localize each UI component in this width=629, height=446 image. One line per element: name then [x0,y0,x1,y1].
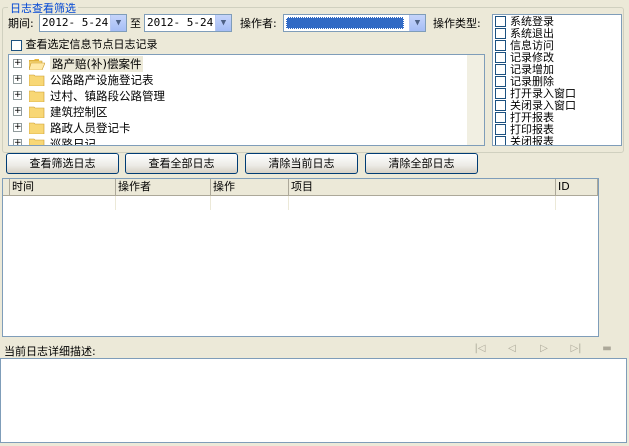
optype-checkbox[interactable] [495,28,506,39]
prev-icon[interactable]: ◁ [505,343,519,355]
log-detail-textarea[interactable] [0,358,627,443]
column-header-id[interactable]: ID [556,179,598,196]
tree-item-label: 公路路产设施登记表 [50,73,154,87]
folder-icon [29,74,45,86]
optype-label-text: 关闭报表 [510,135,554,146]
folder-icon [29,106,45,118]
folder-open-icon [29,59,45,70]
expand-icon[interactable]: + [13,91,22,100]
info-node-tree[interactable]: + 路产赔(补)偿案件 + 公路路产设施登记表 + 过村、镇路段公路管理 + 建… [8,54,485,146]
node-log-checkbox-row[interactable]: 查看选定信息节点日志记录 [11,36,158,52]
view-filtered-log-button[interactable]: 查看筛选日志 [6,153,119,174]
to-label: 至 [130,17,141,30]
column-divider [288,196,289,210]
column-divider [210,196,211,210]
column-divider [115,196,116,210]
folder-icon [29,90,45,102]
folder-icon [29,122,45,134]
tree-item-label: 建筑控制区 [50,105,108,119]
folder-icon [29,138,45,145]
optype-checkbox[interactable] [495,52,506,63]
node-log-checkbox-label: 查看选定信息节点日志记录 [25,38,158,51]
optype-checkbox[interactable] [495,124,506,135]
chevron-down-icon[interactable]: ▼ [110,15,126,31]
tree-item-label: 路产赔(补)偿案件 [50,56,144,72]
next-icon[interactable]: ▷ [537,343,551,355]
tree-item-label: 过村、镇路段公路管理 [50,89,165,103]
log-table[interactable]: 时间 操作者 操作 项目 ID [2,178,599,337]
period-label: 期间: [8,17,34,30]
optype-item[interactable]: 关闭报表 [495,135,554,146]
expand-icon[interactable]: + [13,107,22,116]
column-header-operator[interactable]: 操作者 [116,179,211,196]
optype-checkbox[interactable] [495,16,506,27]
node-log-checkbox[interactable] [11,39,22,51]
minimize-icon[interactable]: ▬ [600,343,614,355]
column-divider [555,196,556,210]
tree-item-label: 路政人员登记卡 [50,121,131,135]
date-from-value: 2012- 5-24 [42,16,109,29]
chevron-down-icon[interactable]: ▼ [409,15,425,31]
optype-checkbox[interactable] [495,100,506,111]
optype-checkbox[interactable] [495,88,506,99]
column-header-time[interactable]: 时间 [10,179,116,196]
date-to-value: 2012- 5-24 [147,16,214,29]
column-header-item[interactable]: 项目 [289,179,556,196]
tree-item-label: 巡路日记 [50,137,96,146]
last-icon[interactable]: ▷| [569,343,583,355]
row-indicator-header [3,179,10,196]
optype-checkbox[interactable] [495,76,506,87]
date-to-picker[interactable]: 2012- 5-24 ▼ [144,14,232,32]
optype-checkbox[interactable] [495,64,506,75]
optype-checkbox[interactable] [495,112,506,123]
optype-label: 操作类型: [433,17,481,30]
clear-all-log-button[interactable]: 清除全部日志 [365,153,478,174]
view-all-log-button[interactable]: 查看全部日志 [125,153,238,174]
chevron-down-icon[interactable]: ▼ [215,15,231,31]
optype-checkbox[interactable] [495,40,506,51]
expand-icon[interactable]: + [13,75,22,84]
optype-checklist[interactable]: 系统登录 系统退出 信息访问 记录修改 记录增加 记录删除 打开录入窗口 关闭录… [492,14,622,146]
operator-label: 操作者: [240,17,277,30]
expand-icon[interactable]: + [13,59,22,68]
clear-current-log-button[interactable]: 清除当前日志 [245,153,358,174]
detail-label: 当前日志详细描述: [4,345,96,358]
first-icon[interactable]: |◁ [473,343,487,355]
expand-icon[interactable]: + [13,123,22,132]
column-header-operation[interactable]: 操作 [211,179,289,196]
operator-selected-value [286,17,404,29]
operator-combobox[interactable]: ▼ [283,14,426,32]
optype-checkbox[interactable] [495,136,506,145]
tree-scrollbar[interactable] [467,55,484,145]
expand-icon[interactable]: + [13,139,22,145]
date-from-picker[interactable]: 2012- 5-24 ▼ [39,14,127,32]
